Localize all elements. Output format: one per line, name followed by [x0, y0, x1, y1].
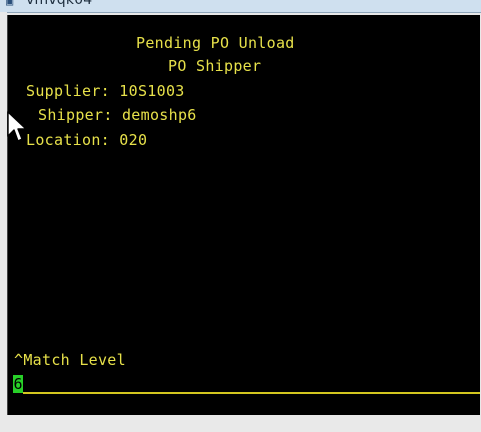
- screen-subtitle: PO Shipper: [168, 57, 262, 75]
- window-titlebar[interactable]: ▣ vmvqk04: [0, 0, 481, 13]
- terminal-screen[interactable]: Pending PO Unload PO Shipper Supplier: 1…: [7, 15, 480, 415]
- window-title: vmvqk04: [26, 0, 93, 8]
- shipper-field: Shipper: demoshp6: [38, 106, 197, 124]
- supplier-field: Supplier: 10S1003: [26, 82, 185, 100]
- input-underline: [23, 392, 480, 394]
- window-bottom-border: [0, 415, 481, 432]
- location-field: Location: 020: [26, 131, 148, 149]
- match-level-input[interactable]: 6: [13, 375, 480, 394]
- text-cursor[interactable]: 6: [13, 375, 23, 393]
- terminal-app-icon: ▣: [6, 0, 14, 8]
- mouse-pointer-icon: [7, 111, 27, 142]
- screen-title: Pending PO Unload: [136, 34, 295, 52]
- window-left-edge: [0, 12, 7, 415]
- match-level-label: ^Match Level: [14, 351, 126, 369]
